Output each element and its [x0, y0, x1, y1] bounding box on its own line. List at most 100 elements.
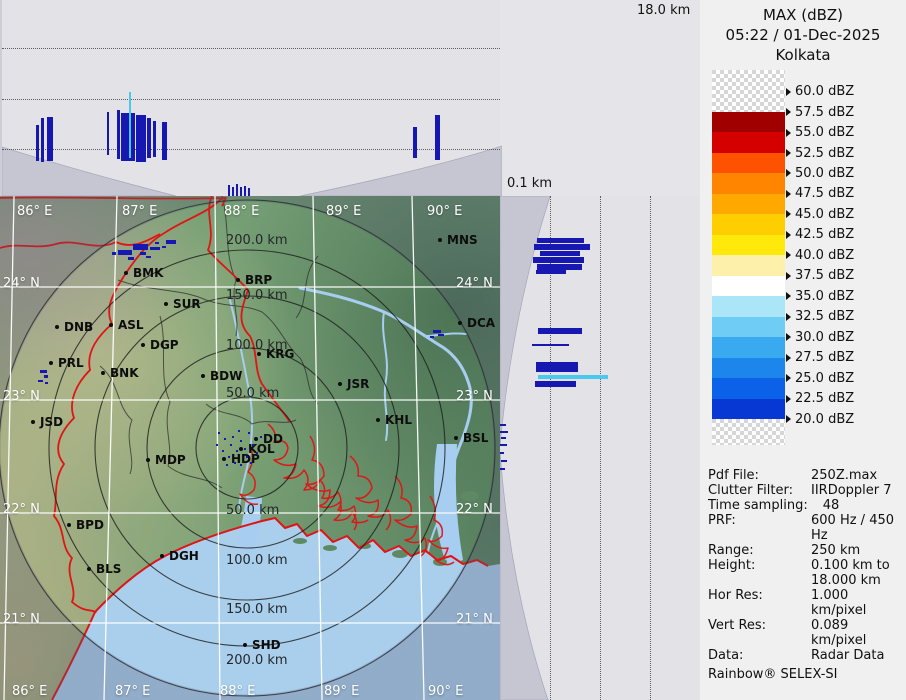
dbz-color-scale [712, 70, 785, 446]
metadata-key: Range: [708, 543, 754, 558]
scale-color-band [712, 316, 785, 338]
metadata-row: Time sampling: 48 [708, 498, 903, 513]
scale-color-band [712, 255, 785, 276]
metadata-key: Data: [708, 648, 744, 663]
legend-panel: MAX (dBZ) 05:22 / 01-Dec-2025 Kolkata 60… [700, 0, 906, 700]
metadata-key: Clutter Filter: [708, 483, 793, 498]
scale-tick-arrow [786, 415, 791, 424]
scale-color-band [712, 378, 785, 399]
scale-entry: 55.0 dBZ [786, 125, 855, 141]
metadata-value: 48 [822, 498, 840, 513]
height-gridline [2, 149, 500, 150]
height-gridline [600, 196, 601, 700]
product-title: MAX (dBZ) [762, 6, 844, 24]
metadata-value: 250Z.max [811, 468, 878, 483]
metadata-value: 0.100 km to 18.000 km [811, 558, 890, 588]
scale-tick-arrow [786, 271, 791, 280]
scale-tick-arrow [786, 210, 791, 219]
scale-color-band [712, 296, 785, 317]
metadata-key: Pdf File: [708, 468, 759, 483]
scale-entry: 57.5 dBZ [786, 105, 854, 120]
scale-checker-top [712, 70, 785, 112]
scale-entry: 25.0 dBZ [786, 370, 855, 386]
scale-color-band [712, 357, 785, 379]
scale-entry: 32.5 dBZ [786, 309, 855, 325]
scale-tick-arrow [786, 353, 791, 362]
metadata-key: Vert Res: [708, 618, 767, 633]
scale-color-band [712, 398, 785, 420]
scale-entry-label: 60.0 dBZ [795, 84, 855, 100]
radar-app-window: 86° E 86° E 87° E 87° E 88° E 88° E 89° E 89° E… [0, 0, 906, 700]
metadata-row: Pdf File: 250Z.max [708, 468, 903, 483]
metadata-row: PRF: 600 Hz / 450 Hz [708, 513, 903, 543]
scale-entry-label: 30.0 dBZ [795, 329, 855, 345]
scale-tick-arrow [786, 251, 791, 260]
meridian-line [103, 196, 118, 700]
metadata-value: IIRDoppler 7 [811, 483, 892, 498]
scale-entry: 20.0 dBZ [786, 411, 855, 427]
height-gridline [550, 196, 551, 700]
station-name: Kolkata [775, 46, 831, 64]
product-metadata: Pdf File: 250Z.max Clutter Filter: IIRDoppl… [708, 468, 903, 682]
scale-entry: 47.5 dBZ [786, 186, 855, 202]
metadata-row: Range: 250 km [708, 543, 903, 558]
metadata-value: Radar Data [811, 648, 885, 663]
scale-tick-arrow [786, 394, 791, 403]
scale-entry: 40.0 dBZ [786, 247, 855, 263]
scale-color-band [712, 234, 785, 256]
scale-entry-label: 50.0 dBZ [795, 165, 855, 181]
scale-tick-arrow [786, 292, 791, 301]
scale-entry-label: 37.5 dBZ [795, 268, 855, 284]
scale-tick-arrow [786, 312, 791, 321]
metadata-row: Height: 0.100 km to 18.000 km [708, 558, 903, 588]
scale-tick-arrow [786, 333, 791, 342]
scale-checker-bottom [712, 419, 785, 446]
beam-blockage-cone-top [2, 145, 502, 196]
meridian-line [214, 196, 221, 700]
scale-entry-label: 47.5 dBZ [795, 186, 855, 202]
scale-color-band [712, 112, 785, 133]
scale-color-band [712, 275, 785, 297]
cross-section-top-panel[interactable] [0, 0, 502, 196]
scale-entry-label: 45.0 dBZ [795, 206, 855, 222]
metadata-value: 0.089 km/pixel [811, 618, 867, 648]
metadata-key: Hor Res: [708, 588, 763, 603]
metadata-value: 250 km [811, 543, 861, 558]
scale-tick-arrow [786, 169, 791, 178]
scale-entry: 30.0 dBZ [786, 329, 855, 345]
scale-entry-label: 55.0 dBZ [795, 125, 855, 141]
scale-color-band [712, 152, 785, 174]
scale-color-band [712, 193, 785, 215]
scale-entry-label: 27.5 dBZ [795, 350, 855, 366]
height-gridline [2, 99, 500, 100]
scale-entry: 27.5 dBZ [786, 350, 855, 366]
metadata-rows: Pdf File: 250Z.max Clutter Filter: IIRDoppl… [708, 468, 903, 663]
metadata-row: Data: Radar Data [708, 648, 903, 663]
scale-color-band [712, 337, 785, 358]
height-axis-max-label: 18.0 km [637, 3, 691, 18]
scale-entry-label: 35.0 dBZ [795, 288, 855, 304]
height-gridline [2, 48, 500, 49]
scale-tick-arrow [786, 108, 791, 117]
scale-entry-label: 25.0 dBZ [795, 370, 855, 386]
scale-tick-arrow [786, 149, 791, 157]
scale-color-band [712, 214, 785, 235]
radar-map-display[interactable]: 86° E 86° E 87° E 87° E 88° E 88° E 89° E 89° E… [0, 196, 500, 700]
scale-entry: 22.5 dBZ [786, 391, 854, 406]
cross-section-right-panel[interactable] [500, 196, 700, 700]
latlon-grid [0, 196, 500, 700]
height-gridline [650, 196, 651, 700]
scale-entry: 60.0 dBZ [786, 84, 855, 100]
scale-tick-arrow [786, 87, 791, 96]
scale-entry: 35.0 dBZ [786, 288, 855, 304]
scale-tick-arrow [786, 374, 791, 383]
metadata-key: Height: [708, 558, 756, 573]
meridian-line [3, 196, 15, 700]
scale-color-band [712, 173, 785, 194]
metadata-value: 1.000 km/pixel [811, 588, 867, 618]
scale-entry: 37.5 dBZ [786, 268, 855, 284]
scale-entry-label: 40.0 dBZ [795, 247, 855, 263]
scale-entry: 45.0 dBZ [786, 206, 855, 222]
scale-entry-label: 20.0 dBZ [795, 411, 855, 427]
scale-entry-label: 32.5 dBZ [795, 309, 855, 325]
